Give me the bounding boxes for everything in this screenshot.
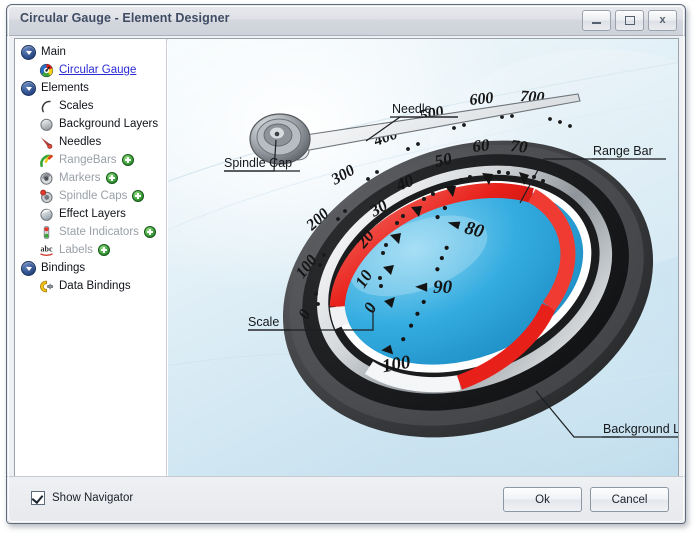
sidebar-item-label: Spindle Caps bbox=[59, 190, 128, 202]
svg-text:60: 60 bbox=[471, 135, 490, 156]
sidebar-item-effect-layers[interactable]: Effect Layers bbox=[15, 205, 166, 223]
window-controls: x bbox=[582, 10, 677, 31]
expander-collapse-icon[interactable] bbox=[21, 80, 36, 96]
add-state-indicator-icon[interactable] bbox=[143, 226, 156, 238]
needle-icon bbox=[39, 135, 54, 150]
maximize-icon bbox=[624, 16, 635, 25]
add-rangebar-icon[interactable] bbox=[121, 154, 134, 166]
tree-group-bindings[interactable]: Bindings bbox=[15, 259, 166, 277]
tree-group-label: Main bbox=[41, 46, 66, 58]
sidebar-item-label: Background Layers bbox=[59, 118, 159, 130]
data-bindings-icon bbox=[39, 279, 54, 294]
tree-group-elements[interactable]: Elements bbox=[15, 79, 166, 97]
checkbox-check-icon[interactable] bbox=[31, 491, 45, 505]
callout-background-layer: Background Layer bbox=[603, 422, 678, 436]
cancel-button[interactable]: Cancel bbox=[590, 487, 669, 512]
callout-range-bar: Range Bar bbox=[593, 144, 653, 158]
sidebar-item-label: State Indicators bbox=[59, 226, 139, 238]
effect-layer-icon bbox=[39, 207, 54, 222]
title-bar[interactable]: Circular Gauge - Element Designer x bbox=[7, 5, 685, 36]
sidebar-item-background-layers[interactable]: Background Layers bbox=[15, 115, 166, 133]
sidebar-item-label: RangeBars bbox=[59, 154, 117, 166]
scale-arc-icon bbox=[39, 99, 54, 114]
add-marker-icon[interactable] bbox=[105, 172, 118, 184]
sidebar-item-label: Needles bbox=[59, 136, 102, 148]
sidebar-item-spindle-caps[interactable]: Spindle Caps bbox=[15, 187, 166, 205]
range-bar-icon bbox=[39, 153, 54, 168]
sidebar-item-label: Circular Gauge bbox=[59, 64, 137, 76]
tree-group-main[interactable]: Main bbox=[15, 43, 166, 61]
svg-text:300: 300 bbox=[328, 162, 358, 189]
svg-text:600: 600 bbox=[469, 90, 495, 109]
callout-spindle-cap: Spindle Cap bbox=[224, 156, 292, 170]
svg-text:abc: abc bbox=[41, 244, 53, 253]
minimize-icon bbox=[592, 22, 601, 24]
spindle-cap-icon bbox=[39, 189, 54, 204]
footer-buttons: Ok Cancel bbox=[503, 487, 669, 512]
labels-abc-icon: abc bbox=[39, 243, 54, 258]
svg-text:70: 70 bbox=[510, 136, 529, 157]
expander-collapse-icon[interactable] bbox=[21, 260, 36, 276]
dialog-footer: Show Navigator Ok Cancel bbox=[7, 476, 685, 523]
svg-text:90: 90 bbox=[433, 277, 453, 298]
sidebar-item-label: Markers bbox=[59, 172, 101, 184]
callout-needle: Needle bbox=[392, 102, 432, 116]
show-navigator-checkbox[interactable]: Show Navigator bbox=[31, 491, 133, 505]
sidebar-item-label: Labels bbox=[59, 244, 93, 256]
minimize-button[interactable] bbox=[582, 10, 611, 31]
tree-group-label: Elements bbox=[41, 82, 89, 94]
sidebar-item-needles[interactable]: Needles bbox=[15, 133, 166, 151]
marker-icon bbox=[39, 171, 54, 186]
add-spindle-cap-icon[interactable] bbox=[132, 190, 145, 202]
window-title: Circular Gauge - Element Designer bbox=[20, 11, 230, 25]
sidebar-item-label: Scales bbox=[59, 100, 94, 112]
element-tree-sidebar[interactable]: Main Circular Gauge Elements Scales Back… bbox=[15, 39, 167, 477]
element-designer-window: Circular Gauge - Element Designer x Main… bbox=[6, 4, 686, 524]
gauge-preview-panel: 80 90 100 0 10 20 30 40 50 60 70 0 100 2… bbox=[168, 39, 678, 477]
gauge-illustration: 80 90 100 0 10 20 30 40 50 60 70 0 100 2… bbox=[168, 49, 678, 438]
app-screenshot: Circular Gauge - Element Designer x Main… bbox=[0, 0, 700, 536]
circular-gauge-icon bbox=[39, 63, 54, 78]
sidebar-item-scales[interactable]: Scales bbox=[15, 97, 166, 115]
add-label-icon[interactable] bbox=[97, 244, 110, 256]
expander-collapse-icon[interactable] bbox=[21, 44, 36, 60]
ok-button[interactable]: Ok bbox=[503, 487, 582, 512]
sidebar-item-markers[interactable]: Markers bbox=[15, 169, 166, 187]
state-indicator-icon bbox=[39, 225, 54, 240]
sidebar-item-rangebars[interactable]: RangeBars bbox=[15, 151, 166, 169]
tree-group-label: Bindings bbox=[41, 262, 86, 274]
sidebar-item-state-indicators[interactable]: State Indicators bbox=[15, 223, 166, 241]
close-button[interactable]: x bbox=[648, 10, 677, 31]
callout-scale: Scale bbox=[248, 315, 279, 329]
content-area: Main Circular Gauge Elements Scales Back… bbox=[14, 38, 679, 478]
sidebar-item-data-bindings[interactable]: Data Bindings bbox=[15, 277, 166, 295]
sidebar-item-labels[interactable]: abc Labels bbox=[15, 241, 166, 259]
close-icon: x bbox=[659, 14, 666, 26]
show-navigator-label: Show Navigator bbox=[52, 492, 134, 504]
sidebar-item-label: Effect Layers bbox=[59, 208, 126, 220]
background-layer-icon bbox=[39, 117, 54, 132]
maximize-button[interactable] bbox=[615, 10, 644, 31]
sidebar-item-label: Data Bindings bbox=[59, 280, 131, 292]
sidebar-item-circular-gauge[interactable]: Circular Gauge bbox=[15, 61, 166, 79]
